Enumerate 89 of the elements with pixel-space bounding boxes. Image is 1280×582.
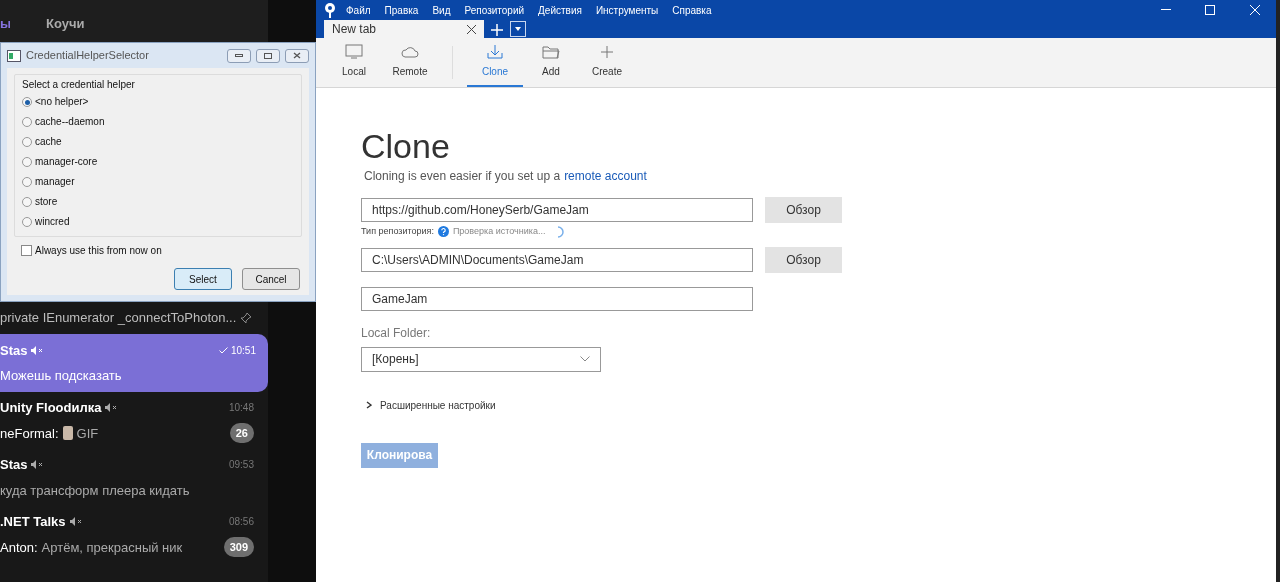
message-preview: GIF (76, 424, 99, 443)
chat-time: 10:51 (230, 343, 256, 358)
chat-item[interactable]: Stas 10:51 Можешь подсказать (0, 334, 268, 392)
radio-label: wincred (35, 216, 70, 228)
add-icon (542, 44, 560, 60)
checkbox[interactable] (21, 245, 32, 256)
tab-dropdown-button[interactable] (510, 21, 526, 37)
checkbox-label: Always use this from now on (35, 244, 162, 258)
chat-item[interactable]: .NET Talks 08:56 Anton: Артём, прекрасный ник 309 (0, 506, 268, 563)
close-icon[interactable] (467, 24, 476, 34)
pin-icon (240, 312, 252, 324)
menu-item[interactable]: Справка (672, 2, 712, 18)
window-icon (7, 49, 21, 62)
menu-item[interactable]: Правка (384, 2, 419, 18)
destination-path-field[interactable]: C:\Users\ADMIN\Documents\GameJam (361, 247, 753, 272)
maximize-button[interactable] (256, 48, 280, 63)
close-button[interactable] (285, 48, 309, 63)
caret-icon (515, 27, 521, 31)
unread-count-badge: 309 (223, 537, 254, 558)
subtitle: Cloning is even easier if you set up a (364, 168, 561, 185)
radio-button[interactable] (22, 217, 32, 227)
radio-label: manager-core (35, 156, 98, 168)
loading-spinner-icon (557, 225, 566, 238)
add-tab-icon[interactable] (490, 23, 504, 37)
unread-count-badge: 26 (229, 423, 254, 444)
browse-button[interactable]: Обзор (765, 246, 842, 273)
chat-item[interactable]: Stas 09:53 куда трансформ плеера кидать (0, 449, 268, 506)
chat-time: 10:48 (228, 401, 254, 415)
chat-name: .NET Talks (0, 512, 66, 531)
message-sender: Anton: (0, 538, 38, 557)
radio-button[interactable] (22, 137, 32, 147)
help-icon (437, 226, 449, 238)
toolbar-button[interactable]: Local (326, 38, 382, 87)
name-field[interactable]: GameJam (361, 286, 753, 311)
message-preview: куда трансформ плеера кидать (0, 481, 190, 500)
radio-button[interactable] (22, 197, 32, 207)
source-check-status: Проверка источника... (452, 225, 546, 238)
group-label: Select a credential helper (22, 78, 136, 92)
advanced-settings-toggle[interactable]: Расширенные настройки (366, 397, 1276, 413)
chat-name: Stas (0, 456, 28, 474)
clone-icon (486, 44, 504, 60)
menu-item[interactable]: Инструменты (595, 2, 659, 18)
menu-item[interactable]: Действия (538, 2, 582, 18)
chat-name: Stas (0, 341, 28, 360)
remote-icon (401, 44, 419, 60)
tab[interactable]: New tab (324, 20, 484, 38)
toolbar-button[interactable]: Add (523, 38, 579, 87)
pinned-message: private IEnumerator _connectToPhoton... (0, 309, 237, 328)
dialog-title: CredentialHelperSelector (26, 48, 150, 64)
minimize-icon[interactable] (1161, 9, 1171, 11)
remote-account-link[interactable]: remote account (564, 167, 647, 185)
radio-label: manager (35, 176, 75, 188)
create-icon (598, 44, 616, 60)
radio-button[interactable] (22, 177, 32, 187)
toolbar-button[interactable]: Create (579, 38, 635, 87)
toolbar-button[interactable]: Remote (382, 38, 438, 87)
radio-button[interactable] (22, 117, 32, 127)
local-icon (345, 44, 363, 60)
radio-label: cache (35, 136, 62, 148)
radio-button[interactable] (22, 157, 32, 167)
radio-label: <no helper> (35, 96, 89, 108)
radio-label: store (35, 196, 58, 208)
chat-name: Unity Floodилка (0, 398, 102, 417)
source-url-field[interactable]: https://github.com/HoneySerb/GameJam (361, 198, 753, 222)
local-folder-dropdown[interactable]: [Корень] (361, 346, 601, 372)
menu-item[interactable]: Файл (346, 2, 371, 18)
browse-button[interactable]: Обзор (765, 197, 842, 223)
chat-time: 09:53 (228, 458, 254, 473)
folder-tab[interactable]: ы (0, 13, 10, 33)
repository-type-label: Тип репозитория: (361, 225, 434, 238)
menu-item[interactable]: Вид (432, 2, 451, 18)
toolbar-button[interactable]: Clone (467, 38, 523, 87)
message-sender: neFormal: (0, 424, 59, 443)
menu-item[interactable]: Репозиторий (464, 2, 525, 18)
close-icon (293, 52, 301, 59)
local-folder-label: Local Folder: (361, 324, 432, 342)
chevron-down-icon (580, 356, 590, 362)
maximize-icon[interactable] (1205, 5, 1215, 15)
folder-tab[interactable]: Коучи (46, 13, 85, 33)
select-button[interactable]: Select (174, 268, 232, 290)
radio-label: cache--daemon (35, 116, 105, 128)
message-preview: Артём, прекрасный ник (41, 538, 183, 557)
chat-time: 08:56 (228, 515, 254, 529)
message-preview: Можешь подсказать (0, 367, 122, 385)
cancel-button[interactable]: Cancel (242, 268, 300, 290)
chat-item[interactable]: Unity Floodилка 10:48 neFormal: GIF 26 (0, 392, 268, 449)
minimize-button[interactable] (227, 48, 251, 63)
radio-button[interactable] (22, 97, 32, 107)
page-heading: Clone (361, 126, 451, 166)
